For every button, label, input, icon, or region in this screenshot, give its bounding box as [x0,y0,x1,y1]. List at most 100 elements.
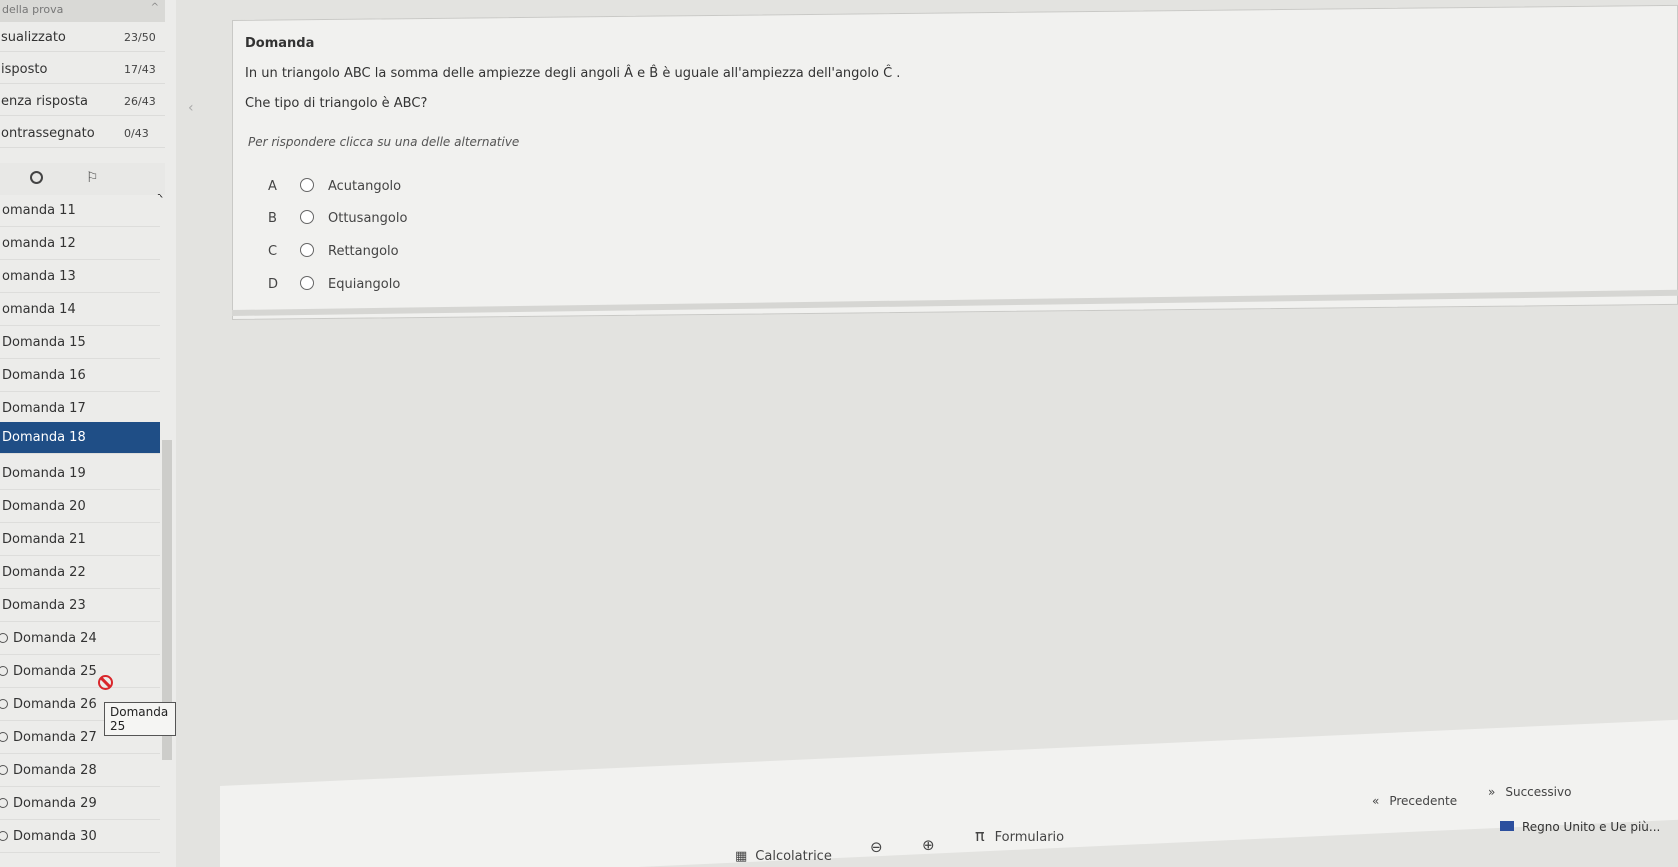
stat-viewed[interactable]: sualizzato 23/50 [0,24,165,52]
question-item[interactable]: Domanda 22 [0,557,160,589]
chevron-left-icon[interactable]: ‹ [188,100,194,116]
stat-label: enza risposta [1,94,88,109]
calculator-icon: ▦ [735,849,748,864]
zoom-in-button[interactable]: ⊕ [922,836,935,854]
question-label: Domanda 29 [13,796,97,811]
question-label: Domanda 17 [2,401,86,416]
question-item[interactable]: Domanda 25 [0,656,160,688]
option-label: Acutangolo [328,179,402,194]
stat-count: 17/43 [124,63,156,76]
radio-icon[interactable] [300,243,314,257]
stat-label: ontrassegnato [1,126,95,141]
question-label: Domanda 24 [13,631,97,646]
unanswered-bullet-icon [0,633,8,643]
formulary-button[interactable]: π Formulario [975,826,1064,845]
option-letter: C [268,244,278,259]
option-label: Equiangolo [328,277,401,292]
question-label: Domanda 22 [2,565,86,580]
option-label: Ottusangolo [328,211,408,226]
stat-label: sualizzato [1,30,66,45]
flag-filter-icon[interactable]: ⚐ [86,170,99,186]
taskbar-news-widget[interactable]: Regno Unito e Ue più... [1500,820,1660,834]
next-label: Successivo [1505,785,1572,799]
option-a[interactable]: A Acutangolo [268,178,401,194]
question-subtext: Che tipo di triangolo è ABC? [245,96,428,111]
filter-row: ⚐ [0,163,165,195]
question-item[interactable]: Domanda 17 [0,393,160,425]
news-flag-icon [1500,821,1514,831]
question-label: omanda 13 [2,269,76,284]
double-chevron-right-icon: » [1488,785,1496,799]
question-item[interactable]: Domanda 15 [0,327,160,359]
question-label: Domanda 25 [13,664,97,679]
next-button[interactable]: » Successivo [1488,785,1571,799]
sidebar: della prova ^ sualizzato 23/50 isposto 1… [0,0,176,867]
question-tooltip: Domanda 25 [104,702,176,736]
question-item[interactable]: Domanda 20 [0,491,160,523]
question-item[interactable]: omanda 13 [0,261,160,293]
question-item[interactable]: omanda 11 [0,195,160,227]
stat-flagged[interactable]: ontrassegnato 0/43 [0,120,165,148]
unanswered-bullet-icon [0,732,8,742]
stat-count: 0/43 [124,127,149,140]
zoom-out-button[interactable]: ⊖ [870,838,883,856]
blocked-icon [98,675,113,690]
question-item[interactable]: omanda 14 [0,294,160,326]
previous-button[interactable]: « Precedente [1372,794,1457,808]
question-label: Domanda 23 [2,598,86,613]
formulary-label: Formulario [994,830,1065,845]
unanswered-bullet-icon [0,765,8,775]
radio-icon[interactable] [300,178,314,192]
question-item-active[interactable]: Domanda 18 [0,422,160,454]
stat-count: 26/43 [124,95,156,108]
question-item[interactable]: Domanda 16 [0,360,160,392]
question-label: omanda 11 [2,203,76,218]
zoom-in-icon: ⊕ [922,836,935,854]
bottom-toolbar [220,717,1678,867]
question-label: Domanda 28 [13,763,97,778]
question-label: Domanda 19 [2,466,86,481]
stat-count: 23/50 [124,31,156,44]
sidebar-header: della prova ^ [0,0,165,22]
option-c[interactable]: C Rettangolo [268,243,399,259]
question-item[interactable]: Domanda 24 [0,623,160,655]
question-item[interactable]: Domanda 29 [0,788,160,820]
option-d[interactable]: D Equiangolo [268,276,400,292]
unanswered-bullet-icon [0,831,8,841]
question-text: In un triangolo ABC la somma delle ampie… [245,66,901,81]
calculator-button[interactable]: ▦ Calcolatrice [735,849,832,864]
question-item[interactable]: Domanda 21 [0,524,160,556]
unanswered-bullet-icon [0,798,8,808]
double-chevron-left-icon: « [1372,794,1380,808]
question-card [232,4,1678,321]
question-item[interactable]: Domanda 19 [0,458,160,490]
question-label: Domanda 30 [13,829,97,844]
question-label: Domanda 16 [2,368,86,383]
question-title: Domanda [245,36,315,51]
question-label: Domanda 15 [2,335,86,350]
pi-icon: π [975,826,985,845]
question-label: Domanda 20 [2,499,86,514]
question-item[interactable]: Domanda 23 [0,590,160,622]
taskbar-news-text: Regno Unito e Ue più... [1522,820,1661,834]
question-item[interactable]: Domanda 28 [0,755,160,787]
question-item[interactable]: omanda 12 [0,228,160,260]
question-label: omanda 12 [2,236,76,251]
stat-unanswered[interactable]: enza risposta 26/43 [0,88,165,116]
chevron-up-icon[interactable]: ^ [151,2,159,13]
option-letter: A [268,179,277,194]
circle-filter-icon[interactable] [30,171,43,184]
question-label: Domanda 21 [2,532,86,547]
question-label: Domanda 18 [2,430,86,445]
question-label: Domanda 26 [13,697,97,712]
stat-answered[interactable]: isposto 17/43 [0,56,165,84]
unanswered-bullet-icon [0,666,8,676]
radio-icon[interactable] [300,276,314,290]
radio-icon[interactable] [300,210,314,224]
sidebar-header-title: della prova [2,3,64,16]
unanswered-bullet-icon [0,699,8,709]
question-item[interactable]: Domanda 30 [0,821,160,853]
option-b[interactable]: B Ottusangolo [268,210,407,226]
calculator-label: Calcolatrice [755,849,832,864]
previous-label: Precedente [1389,794,1458,808]
